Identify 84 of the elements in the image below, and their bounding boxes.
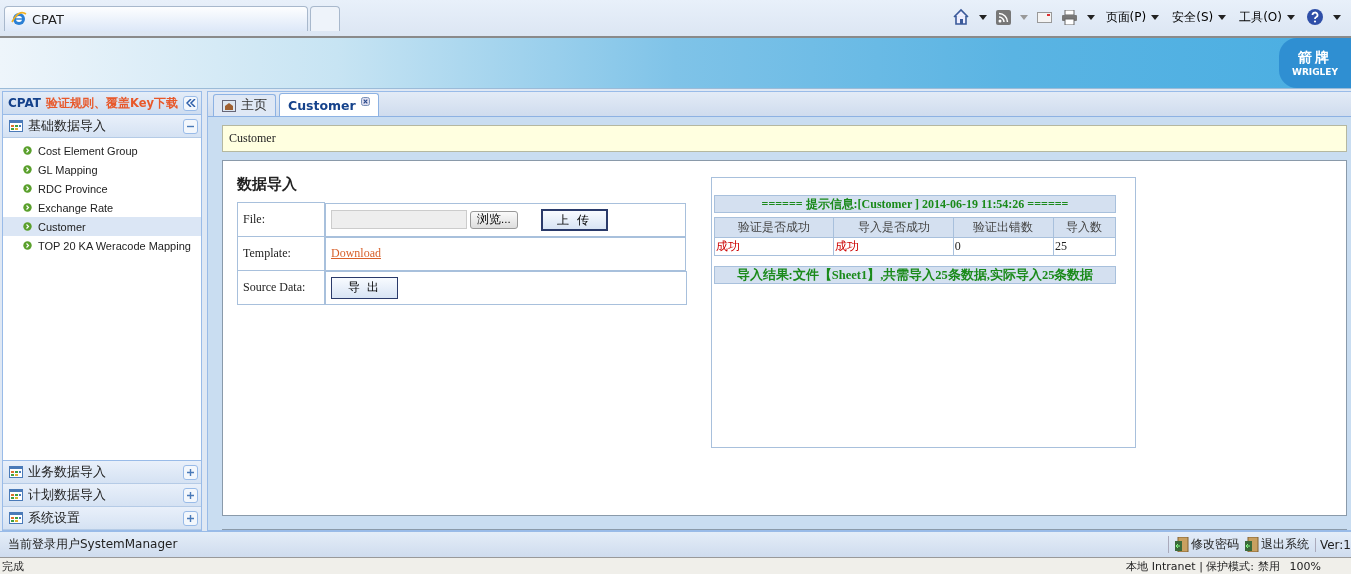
footer-link[interactable]: 退出系统 — [1244, 536, 1309, 553]
field-label: File: — [237, 202, 325, 237]
file-path-field[interactable] — [331, 210, 467, 229]
expand-toggle[interactable] — [183, 464, 198, 480]
expand-toggle[interactable] — [183, 510, 198, 526]
plus-icon — [186, 467, 195, 477]
grid-icon — [9, 466, 23, 478]
zoom-level[interactable]: 100% — [1289, 559, 1321, 573]
tree-item[interactable]: TOP 20 KA Weracode Mapping — [3, 236, 201, 255]
breadcrumb: Customer — [222, 125, 1347, 152]
grid-icon — [9, 489, 23, 501]
caret-icon[interactable] — [1086, 14, 1095, 20]
home-icon[interactable] — [951, 8, 970, 26]
accordion-title: 基础数据导入 — [28, 117, 107, 135]
accordion-header[interactable]: 业务数据导入 — [3, 461, 201, 484]
accordion-title: 业务数据导入 — [28, 463, 107, 481]
grid-icon — [9, 120, 23, 132]
result-summary: 导入结果:文件【Sheet1】,共需导入25条数据,实际导入25条数据 — [714, 266, 1116, 284]
browser-logo-icon — [11, 11, 27, 27]
caret-icon — [1151, 14, 1160, 20]
door-icon — [1174, 537, 1189, 552]
upload-button[interactable]: 上 传 — [540, 208, 608, 231]
close-icon[interactable] — [360, 96, 370, 106]
caret-icon — [1287, 14, 1295, 20]
plus-icon — [186, 490, 195, 500]
logo: 箭牌 WRIGLEY — [1279, 38, 1351, 88]
collapse-toggle[interactable] — [183, 118, 198, 134]
tab[interactable]: Customer — [279, 93, 379, 116]
tree-item[interactable]: Cost Element Group — [3, 141, 201, 160]
plus-icon — [186, 513, 195, 523]
expand-toggle[interactable] — [183, 487, 198, 503]
bullet-icon — [23, 165, 32, 174]
column-header: 导入是否成功 — [833, 217, 954, 238]
bullet-icon — [23, 241, 32, 250]
caret-icon[interactable] — [978, 14, 987, 20]
door-icon — [1244, 537, 1259, 552]
browse-button[interactable]: 浏览... — [470, 210, 518, 229]
tree-item[interactable]: Exchange Rate — [3, 198, 201, 217]
security-zone-text: 本地 Intranet | 保护模式: 禁用 — [1126, 558, 1280, 574]
accordion-header[interactable]: 系统设置 — [3, 507, 201, 530]
tree-item[interactable]: GL Mapping — [3, 160, 201, 179]
sidebar-title: CPAT — [8, 96, 42, 110]
collapse-button[interactable] — [183, 95, 198, 111]
table-cell: 25 — [1053, 237, 1116, 256]
field-label: Template: — [237, 236, 325, 271]
printer-icon[interactable] — [1060, 9, 1078, 25]
table-cell: 成功 — [714, 237, 834, 256]
result-header: ====== 提示信息:[Customer ] 2014-06-19 11:54:26 ====== — [714, 195, 1116, 213]
tab[interactable]: 主页 — [213, 94, 276, 116]
bullet-icon — [23, 222, 32, 231]
column-header: 验证是否成功 — [714, 217, 834, 238]
export-button[interactable]: 导 出 — [331, 276, 398, 299]
toolbar-menu[interactable]: 页面(P) — [1103, 8, 1162, 26]
home-icon — [222, 99, 236, 112]
tree-item[interactable]: RDC Province — [3, 179, 201, 198]
caret-icon[interactable] — [1333, 14, 1341, 20]
table-cell: 0 — [953, 237, 1054, 256]
bullet-icon — [23, 146, 32, 155]
download-link[interactable]: Download — [331, 246, 381, 261]
footer-link[interactable]: 修改密码 — [1174, 536, 1239, 553]
column-header: 导入数 — [1053, 217, 1116, 238]
toolbar-menu[interactable]: 安全(S) — [1170, 8, 1229, 26]
version-text: Ver:1 — [1314, 537, 1351, 552]
bullet-icon — [23, 184, 32, 193]
accordion-header[interactable]: 基础数据导入 — [3, 115, 201, 138]
help-icon[interactable] — [1306, 8, 1324, 26]
accordion-title: 系统设置 — [28, 509, 81, 527]
bullet-icon — [23, 203, 32, 212]
column-header: 验证出错数 — [953, 217, 1054, 238]
accordion-header[interactable]: 计划数据导入 — [3, 484, 201, 507]
mail-icon[interactable] — [1036, 11, 1052, 23]
current-user-text: 当前登录用户SystemManager — [8, 536, 178, 553]
form-title: 数据导入 — [237, 175, 298, 194]
grid-icon — [9, 512, 23, 524]
field-label: Source Data: — [237, 270, 325, 305]
browser-tab[interactable]: CPAT — [4, 6, 308, 31]
table-cell: 成功 — [833, 237, 954, 256]
tree-item[interactable]: Customer — [3, 217, 201, 236]
double-chevron-icon — [185, 99, 196, 107]
accordion-title: 计划数据导入 — [28, 486, 107, 504]
status-text: 完成 — [2, 558, 24, 574]
toolbar-menu[interactable]: 工具(O) — [1237, 8, 1297, 26]
rss-icon[interactable] — [995, 9, 1011, 25]
caret-icon — [1218, 14, 1227, 20]
